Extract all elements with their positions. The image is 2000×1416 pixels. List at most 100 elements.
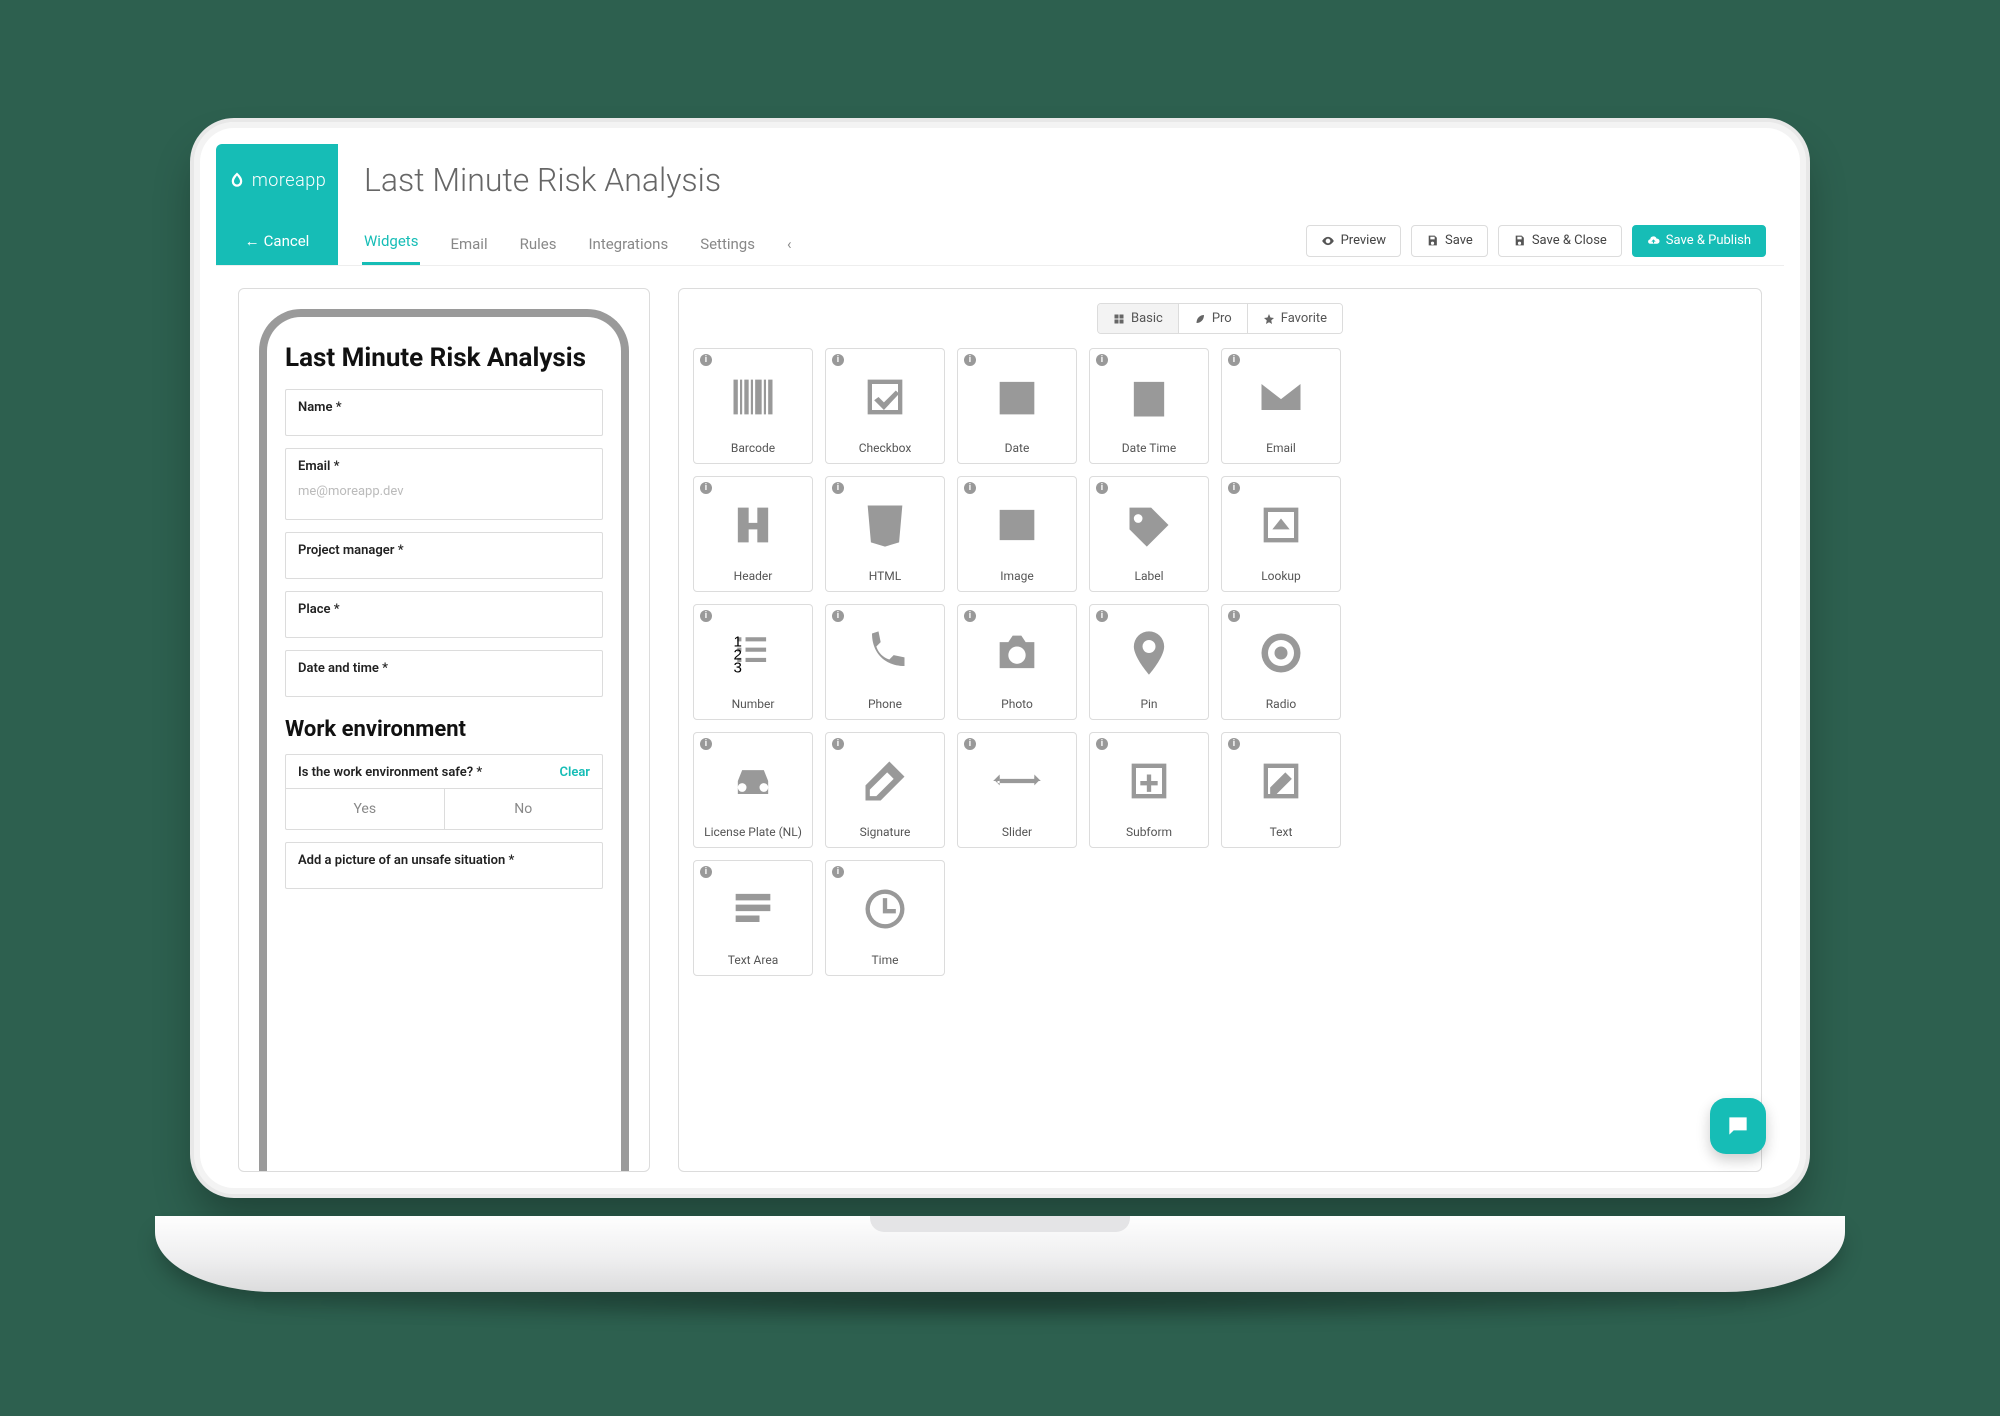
info-icon[interactable]: i [1096, 610, 1108, 622]
info-icon[interactable]: i [1096, 482, 1108, 494]
info-icon[interactable]: i [700, 738, 712, 750]
laptop-notch [870, 1216, 1130, 1232]
preview-button[interactable]: Preview [1306, 225, 1401, 257]
phone-preview: Last Minute Risk Analysis Name * Email *… [259, 309, 629, 1171]
form-title: Last Minute Risk Analysis [285, 343, 603, 373]
save-close-button[interactable]: Save & Close [1498, 225, 1622, 257]
info-icon[interactable]: i [832, 866, 844, 878]
arrow-left-icon: ← [245, 232, 260, 250]
widget-phone[interactable]: i Phone [825, 604, 945, 720]
info-icon[interactable]: i [1228, 354, 1240, 366]
widget-label: Header [734, 569, 773, 583]
chat-fab[interactable] [1710, 1098, 1766, 1154]
widget-datetime[interactable]: i Date Time [1089, 348, 1209, 464]
widget-text[interactable]: iText [1221, 732, 1341, 848]
date-icon [991, 357, 1043, 437]
widget-slider[interactable]: iSlider [957, 732, 1077, 848]
question-safe[interactable]: Is the work environment safe? * Clear Ye… [285, 754, 603, 830]
widget-date[interactable]: i Date [957, 348, 1077, 464]
brand-name: moreapp [252, 170, 326, 191]
info-icon[interactable]: i [700, 610, 712, 622]
info-icon[interactable]: i [700, 482, 712, 494]
save-icon [1426, 234, 1439, 247]
tab-settings[interactable]: Settings [698, 235, 757, 265]
save-publish-button[interactable]: Save & Publish [1632, 225, 1766, 257]
widget-image[interactable]: i Image [957, 476, 1077, 592]
workspace: Last Minute Risk Analysis Name * Email *… [216, 266, 1784, 1172]
info-icon[interactable]: i [832, 482, 844, 494]
widget-email[interactable]: iEmail [1221, 348, 1341, 464]
widget-barcode[interactable]: iBarcode [693, 348, 813, 464]
info-icon[interactable]: i [832, 610, 844, 622]
tabs-scroll-left[interactable]: ‹ [785, 235, 794, 265]
app-screen: moreapp Last Minute Risk Analysis ← Canc… [216, 144, 1784, 1172]
widget-label: Signature [860, 825, 911, 839]
field-picture[interactable]: Add a picture of an unsafe situation * [285, 842, 603, 889]
widget-radio[interactable]: iRadio [1221, 604, 1341, 720]
category-favorite[interactable]: Favorite [1247, 304, 1342, 333]
barcode-icon [727, 357, 779, 437]
widget-label: Date [1005, 441, 1030, 455]
widget-label: Phone [868, 697, 902, 711]
info-icon[interactable]: i [832, 354, 844, 366]
widget-number[interactable]: iNumber [693, 604, 813, 720]
widget-header[interactable]: i Header [693, 476, 813, 592]
field-date-time[interactable]: Date and time * [285, 650, 603, 697]
save-button[interactable]: Save [1411, 225, 1488, 257]
info-icon[interactable]: i [700, 866, 712, 878]
option-no[interactable]: No [445, 789, 603, 829]
widget-signature[interactable]: i Signature [825, 732, 945, 848]
info-icon[interactable]: i [1228, 482, 1240, 494]
category-pro[interactable]: Pro [1178, 304, 1247, 333]
field-place[interactable]: Place * [285, 591, 603, 638]
signature-icon [859, 741, 911, 821]
info-icon[interactable]: i [832, 738, 844, 750]
info-icon[interactable]: i [964, 482, 976, 494]
slider-icon [991, 741, 1043, 821]
widget-photo[interactable]: iPhoto [957, 604, 1077, 720]
time-icon [859, 869, 911, 949]
cancel-button[interactable]: ← Cancel [216, 216, 338, 265]
clear-button[interactable]: Clear [559, 765, 590, 780]
radio-icon [1255, 613, 1307, 693]
widget-time[interactable]: iTime [825, 860, 945, 976]
option-yes[interactable]: Yes [286, 789, 445, 829]
widget-html[interactable]: iHTML [825, 476, 945, 592]
widget-label: Pin [1140, 697, 1157, 711]
widget-license[interactable]: i License Plate (NL) [693, 732, 813, 848]
widget-label-widget[interactable]: iLabel [1089, 476, 1209, 592]
widget-label: Image [1000, 569, 1033, 583]
info-icon[interactable]: i [964, 610, 976, 622]
info-icon[interactable]: i [1096, 354, 1108, 366]
field-project-manager[interactable]: Project manager * [285, 532, 603, 579]
field-email[interactable]: Email * me@moreapp.dev [285, 448, 603, 520]
widget-lookup[interactable]: iLookup [1221, 476, 1341, 592]
header-icon [727, 485, 779, 565]
segmented-yes-no: Yes No [286, 788, 602, 829]
info-icon[interactable]: i [964, 354, 976, 366]
widget-subform[interactable]: iSubform [1089, 732, 1209, 848]
laptop-mockup: moreapp Last Minute Risk Analysis ← Canc… [160, 118, 1840, 1298]
tab-email[interactable]: Email [448, 235, 489, 265]
textarea-icon [727, 869, 779, 949]
section-work-environment: Work environment [285, 717, 603, 742]
info-icon[interactable]: i [1096, 738, 1108, 750]
tab-widgets[interactable]: Widgets [362, 232, 420, 265]
info-icon[interactable]: i [1228, 610, 1240, 622]
widget-label: Text Area [728, 953, 778, 967]
widget-label: License Plate (NL) [704, 825, 802, 839]
field-name[interactable]: Name * [285, 389, 603, 436]
info-icon[interactable]: i [700, 354, 712, 366]
widget-checkbox[interactable]: iCheckbox [825, 348, 945, 464]
tabs: Widgets Email Rules Integrations Setting… [338, 216, 793, 265]
brand-logo[interactable]: moreapp [216, 144, 338, 216]
tab-rules[interactable]: Rules [518, 235, 559, 265]
widget-textarea[interactable]: i Text Area [693, 860, 813, 976]
widget-label: Date Time [1122, 441, 1176, 455]
info-icon[interactable]: i [1228, 738, 1240, 750]
tab-integrations[interactable]: Integrations [586, 235, 670, 265]
widget-pin[interactable]: i Pin [1089, 604, 1209, 720]
info-icon[interactable]: i [964, 738, 976, 750]
subbar: ← Cancel Widgets Email Rules Integration… [216, 216, 1784, 266]
category-basic[interactable]: Basic [1098, 304, 1178, 333]
